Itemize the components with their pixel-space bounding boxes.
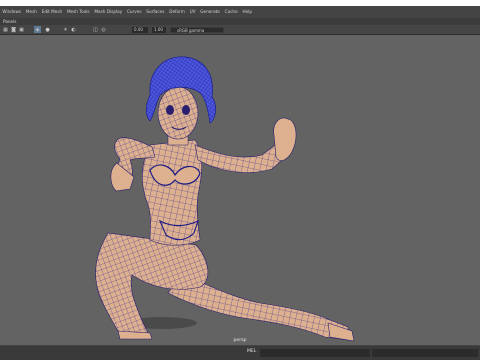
right-hand [273, 117, 297, 161]
menu-generate[interactable]: Generate [198, 6, 222, 17]
menu-cache[interactable]: Cache [222, 6, 240, 17]
gamma-field[interactable]: 1.00 [152, 26, 166, 33]
command-feedback [372, 349, 478, 357]
right-eye [182, 105, 190, 115]
maya-window: Windows Mesh Edit Mesh Mesh Tools Mesh D… [0, 6, 480, 360]
command-line[interactable] [260, 349, 370, 357]
menu-bar: Windows Mesh Edit Mesh Mesh Tools Mesh D… [0, 6, 480, 17]
wireframe-icon[interactable]: ◈ [34, 26, 41, 33]
colorspace-dropdown[interactable]: sRGB gamma [170, 26, 224, 33]
left-eye [166, 105, 174, 115]
menu-uv[interactable]: UV [187, 6, 198, 17]
menu-windows[interactable]: Windows [0, 6, 23, 17]
lighting-icon[interactable]: ☀ [62, 26, 69, 33]
camera-label: persp [233, 338, 247, 343]
mel-tab[interactable]: MEL [247, 349, 256, 354]
xray-icon[interactable]: ◎ [100, 26, 107, 33]
camera-icon[interactable]: ◙ [10, 26, 17, 33]
menu-surfaces[interactable]: Surfaces [144, 6, 167, 17]
menu-edit-mesh[interactable]: Edit Mesh [39, 6, 64, 17]
grid-icon[interactable]: ▦ [2, 26, 9, 33]
isolate-icon[interactable]: ◫ [92, 26, 99, 33]
status-bar: MEL [0, 346, 480, 360]
menu-mesh-display[interactable]: Mesh Display [92, 6, 125, 17]
exposure-field[interactable]: 0.00 [132, 26, 148, 33]
menu-deform[interactable]: Deform [167, 6, 187, 17]
select-icon[interactable]: ▣ [18, 26, 25, 33]
colorspace-value: sRGB gamma [177, 27, 205, 33]
menu-mesh-tools[interactable]: Mesh Tools [65, 6, 92, 17]
panels-menu[interactable]: Panels [3, 18, 16, 25]
character-mesh [95, 56, 355, 342]
viewport-toolbar: ▦ ◙ ▣ ◈ ● ☀ ◐ ◫ ◎ 0.00 1.00 sRGB gamma [0, 25, 480, 35]
menu-mesh[interactable]: Mesh [23, 6, 39, 17]
menu-curves[interactable]: Curves [125, 6, 144, 17]
panel-bar: Panels [0, 18, 480, 25]
shaded-icon[interactable]: ● [44, 26, 51, 33]
menu-help[interactable]: Help [240, 6, 254, 17]
shadow-icon[interactable]: ◐ [70, 26, 77, 33]
viewport-3d[interactable]: persp [0, 35, 480, 345]
